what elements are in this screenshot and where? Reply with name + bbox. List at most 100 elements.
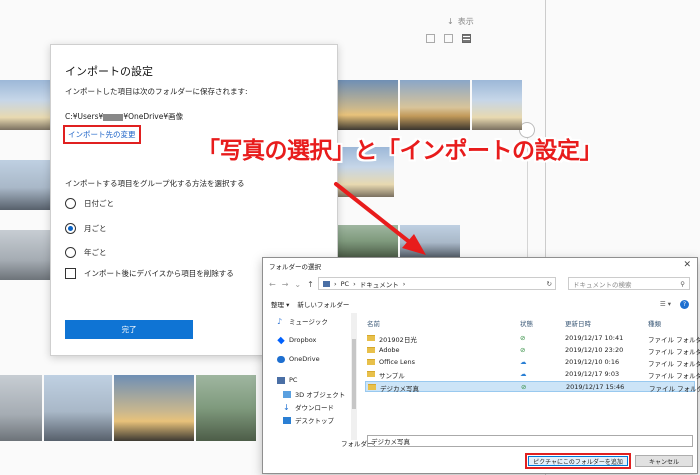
medium-grid-icon[interactable] bbox=[444, 34, 453, 43]
photo-thumbnail[interactable] bbox=[0, 80, 50, 130]
row-name: 201902日光 bbox=[379, 336, 417, 344]
view-size-toggle bbox=[426, 34, 471, 43]
row-date: 2019/12/10 23:20 bbox=[565, 346, 624, 354]
photo-thumbnail[interactable] bbox=[0, 230, 50, 280]
cancel-button[interactable]: キャンセル bbox=[635, 455, 693, 467]
toolbar: 整理 ▾ 新しいフォルダー ☰ ▾ ? bbox=[263, 297, 697, 311]
file-list-header: 名前 状態 更新日時 種類 bbox=[365, 316, 695, 328]
column-name[interactable]: 名前 bbox=[367, 318, 380, 328]
photo-thumbnail[interactable] bbox=[0, 160, 50, 210]
photo-thumbnail[interactable] bbox=[114, 375, 194, 441]
back-arrow-icon[interactable]: ← bbox=[269, 280, 276, 289]
small-grid-icon[interactable] bbox=[462, 34, 471, 43]
table-row[interactable]: Adobe ⊘ 2019/12/10 23:20 ファイル フォルダー bbox=[365, 345, 700, 356]
table-row[interactable]: 201902日光 ⊘ 2019/12/17 10:41 ファイル フォルダー bbox=[365, 333, 700, 344]
nav-pane-scrollbar[interactable] bbox=[351, 313, 357, 440]
sync-ok-icon: ⊘ bbox=[521, 383, 527, 391]
help-icon[interactable]: ? bbox=[680, 299, 689, 309]
dropbox-icon bbox=[277, 336, 285, 344]
nav-item-music[interactable]: ♪ ミュージック bbox=[277, 316, 328, 326]
forward-arrow-icon[interactable]: → bbox=[282, 280, 289, 289]
search-placeholder: ドキュメントの検索 bbox=[573, 280, 632, 289]
radio-button[interactable] bbox=[65, 198, 76, 209]
organize-button[interactable]: 整理 ▾ bbox=[271, 299, 289, 309]
nav-item-downloads[interactable]: ↓ ダウンロード bbox=[283, 402, 334, 412]
breadcrumb-documents[interactable]: ドキュメント bbox=[360, 279, 399, 289]
refresh-icon[interactable]: ↻ bbox=[547, 280, 552, 288]
new-folder-button[interactable]: 新しいフォルダー bbox=[297, 299, 349, 309]
row-name: Adobe bbox=[379, 346, 400, 354]
breadcrumb-separator: › bbox=[353, 279, 356, 288]
folder-icon bbox=[367, 359, 375, 365]
delete-after-import-option[interactable]: インポート後にデバイスから項目を削除する bbox=[65, 268, 234, 279]
row-type: ファイル フォルダー bbox=[648, 336, 700, 344]
nav-item-desktop[interactable]: デスクトップ bbox=[283, 415, 334, 425]
column-type[interactable]: 種類 bbox=[648, 318, 661, 328]
nav-item-3d-objects[interactable]: 3D オブジェクト bbox=[283, 389, 345, 399]
nav-item-onedrive[interactable]: OneDrive bbox=[277, 355, 320, 363]
folder-icon bbox=[368, 384, 376, 390]
radio-button[interactable] bbox=[65, 223, 76, 234]
folder-name-input[interactable]: デジカメ写真 bbox=[367, 435, 693, 447]
table-row-selected[interactable]: デジカメ写真 ⊘ 2019/12/17 15:46 ファイル フォルダー bbox=[365, 381, 700, 393]
photo-thumbnail[interactable] bbox=[472, 80, 522, 130]
group-by-month-option[interactable]: 月ごと bbox=[65, 223, 107, 234]
view-label: 表示 bbox=[457, 17, 474, 26]
photo-thumbnail[interactable] bbox=[0, 375, 42, 441]
scrollbar-thumb[interactable] bbox=[352, 339, 356, 409]
search-box[interactable]: ドキュメントの検索 ⚲ bbox=[568, 277, 690, 290]
checkbox[interactable] bbox=[65, 268, 76, 279]
photo-thumbnail[interactable] bbox=[196, 375, 256, 441]
row-name: サンプル bbox=[379, 372, 405, 380]
dialog-title: フォルダーの選択 bbox=[269, 263, 321, 271]
table-row[interactable]: サンプル ☁ 2019/12/17 9:03 ファイル フォルダー bbox=[365, 369, 700, 380]
add-button-label: ピクチャにこのフォルダーを追加 bbox=[528, 456, 628, 466]
sync-ok-icon: ⊘ bbox=[520, 346, 526, 354]
nav-item-dropbox[interactable]: Dropbox bbox=[277, 336, 316, 344]
nav-item-label: 3D オブジェクト bbox=[295, 391, 346, 399]
view-options-icon[interactable]: ☰ ▾ bbox=[660, 300, 671, 308]
save-path-prefix: C:¥Users¥ bbox=[65, 112, 104, 121]
column-date[interactable]: 更新日時 bbox=[565, 318, 591, 328]
close-icon[interactable]: ✕ bbox=[683, 260, 691, 270]
up-arrow-icon[interactable]: ↑ bbox=[307, 280, 314, 289]
onedrive-icon bbox=[277, 355, 285, 363]
nav-item-label: デスクトップ bbox=[295, 417, 334, 425]
change-import-destination-link[interactable]: インポート先の変更 bbox=[63, 125, 141, 144]
photo-thumbnail[interactable] bbox=[338, 80, 398, 130]
redacted-username bbox=[103, 113, 124, 121]
group-by-day-option[interactable]: 日付ごと bbox=[65, 198, 114, 209]
checkbox-label: インポート後にデバイスから項目を削除する bbox=[84, 269, 234, 278]
dialog-title: インポートの設定 bbox=[65, 65, 153, 78]
photo-thumbnail[interactable] bbox=[400, 80, 470, 130]
pc-icon bbox=[277, 376, 285, 384]
add-folder-to-pictures-button[interactable]: ピクチャにこのフォルダーを追加 bbox=[525, 453, 631, 469]
row-type: ファイル フォルダー bbox=[648, 348, 700, 356]
breadcrumb-pc[interactable]: PC bbox=[341, 280, 349, 288]
save-path: C:¥Users¥ ¥OneDrive¥画像 bbox=[65, 111, 183, 122]
folder-picker-dialog: フォルダーの選択 ✕ ← → ⌄ ↑ › PC › ドキュメント › ↻ ドキュ… bbox=[262, 257, 700, 474]
large-grid-icon[interactable] bbox=[426, 34, 435, 43]
row-name: デジカメ写真 bbox=[380, 385, 419, 393]
table-row[interactable]: Office Lens ☁ 2019/12/10 0:16 ファイル フォルダー bbox=[365, 357, 700, 368]
cloud-icon: ☁ bbox=[520, 358, 527, 366]
option-label: 日付ごと bbox=[84, 199, 114, 208]
annotation-arrow-icon bbox=[334, 182, 426, 255]
row-type: ファイル フォルダー bbox=[648, 372, 700, 380]
address-bar[interactable]: › PC › ドキュメント › ↻ bbox=[318, 277, 556, 290]
column-status[interactable]: 状態 bbox=[520, 318, 533, 328]
nav-item-pc[interactable]: PC bbox=[277, 376, 297, 384]
radio-button[interactable] bbox=[65, 247, 76, 258]
row-name: Office Lens bbox=[379, 358, 416, 366]
breadcrumb-separator: › bbox=[334, 279, 337, 288]
row-date: 2019/12/10 0:16 bbox=[565, 358, 620, 366]
navigation-bar: ← → ⌄ ↑ › PC › ドキュメント › ↻ ドキュメントの検索 ⚲ bbox=[263, 277, 697, 291]
recent-dropdown-icon[interactable]: ⌄ bbox=[294, 280, 301, 289]
done-button[interactable]: 完了 bbox=[65, 320, 193, 339]
group-by-year-option[interactable]: 年ごと bbox=[65, 247, 107, 258]
sort-arrow-icon: ↓ bbox=[447, 17, 454, 26]
dialog-titlebar: フォルダーの選択 bbox=[263, 258, 697, 274]
pc-icon bbox=[323, 280, 330, 287]
photo-thumbnail[interactable] bbox=[44, 375, 112, 441]
view-menu[interactable]: ↓ 表示 bbox=[447, 16, 474, 27]
